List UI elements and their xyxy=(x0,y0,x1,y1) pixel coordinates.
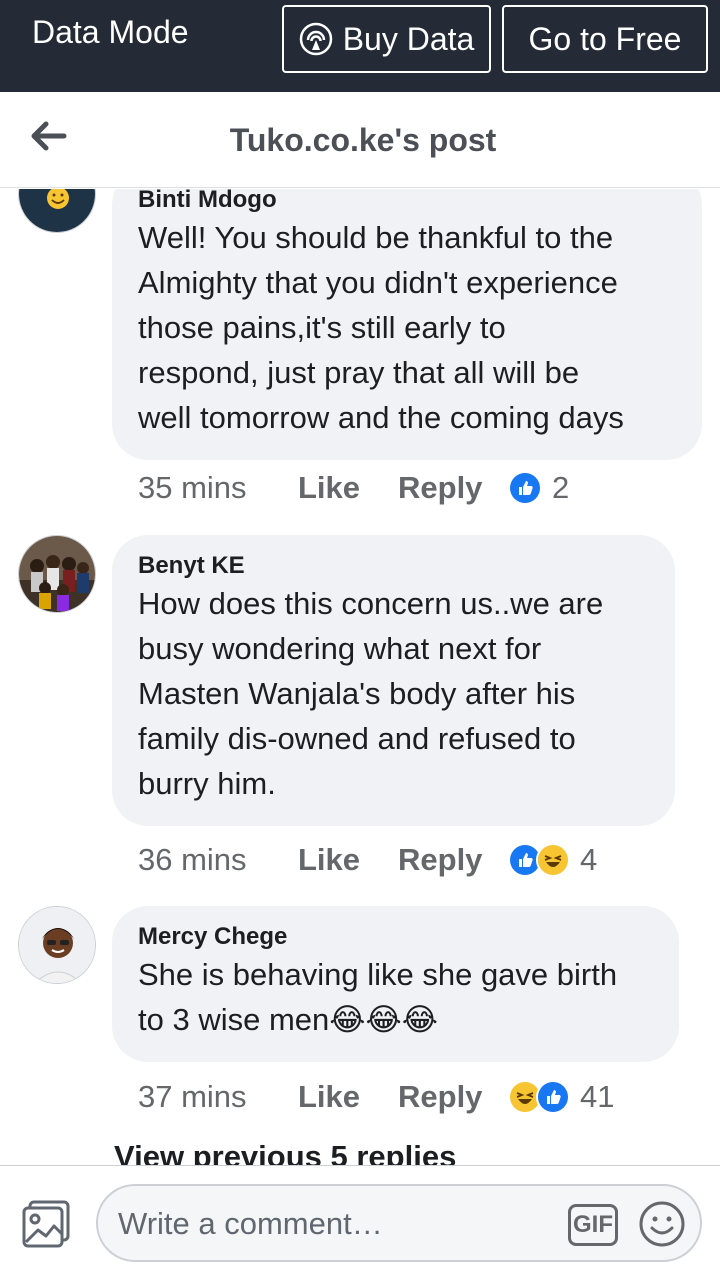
haha-reaction-icon xyxy=(536,843,570,877)
comment-actions: 36 mins Like Reply 4 xyxy=(138,840,597,880)
comment-text: Well! You should be thankful to the Almi… xyxy=(138,220,624,435)
comments-list[interactable]: Even a smile is a good deed. Binti Mdogo… xyxy=(0,189,720,1165)
like-button[interactable]: Like xyxy=(298,470,398,506)
emoji-icon[interactable] xyxy=(638,1200,686,1248)
gif-button[interactable]: GIF xyxy=(568,1204,618,1246)
photo-icon[interactable] xyxy=(20,1198,72,1250)
avatar[interactable] xyxy=(18,906,96,984)
reaction-count[interactable]: 2 xyxy=(552,470,569,506)
buy-data-label: Buy Data xyxy=(342,20,475,57)
reply-button[interactable]: Reply xyxy=(398,1079,508,1115)
comment-time[interactable]: 36 mins xyxy=(138,842,298,878)
comment-author[interactable]: Mercy Chege xyxy=(138,922,653,952)
comment-author[interactable]: Binti Mdogo xyxy=(138,189,676,215)
comment-bubble[interactable]: Binti Mdogo Well! You should be thankful… xyxy=(112,189,702,460)
page-title: Tuko.co.ke's post xyxy=(229,122,497,158)
comment-text: How does this concern us..we are busy wo… xyxy=(138,586,604,801)
comment-bubble[interactable]: Benyt KE How does this concern us..we ar… xyxy=(112,535,675,826)
avatar[interactable] xyxy=(18,535,96,613)
like-button[interactable]: Like xyxy=(298,1079,398,1115)
reaction-summary[interactable] xyxy=(508,1080,570,1114)
reaction-summary[interactable] xyxy=(508,471,542,505)
like-button[interactable]: Like xyxy=(298,842,398,878)
post-header: Tuko.co.ke's post xyxy=(0,92,720,188)
reply-button[interactable]: Reply xyxy=(398,842,508,878)
comment-time[interactable]: 35 mins xyxy=(138,470,298,506)
broadcast-icon xyxy=(299,22,333,56)
like-reaction-icon xyxy=(508,471,542,505)
comment-bubble[interactable]: Mercy Chege She is behaving like she gav… xyxy=(112,906,679,1062)
comment-actions: 35 mins Like Reply 2 xyxy=(138,468,569,508)
go-to-free-label: Go to Free xyxy=(528,20,682,57)
comment-text: She is behaving like she gave birth to 3… xyxy=(138,957,618,1037)
comment-actions: 37 mins Like Reply 41 xyxy=(138,1077,614,1117)
reaction-count[interactable]: 41 xyxy=(580,1079,614,1115)
view-previous-replies-link[interactable]: View previous 5 replies xyxy=(114,1139,456,1165)
comment-time[interactable]: 37 mins xyxy=(138,1079,298,1115)
comment-composer: Write a comment… GIF xyxy=(0,1165,720,1273)
comment-input[interactable]: Write a comment… GIF xyxy=(96,1184,702,1262)
comment-placeholder: Write a comment… xyxy=(118,1206,383,1241)
avatar[interactable]: Even a smile is a good deed. xyxy=(18,189,96,233)
comment-author[interactable]: Benyt KE xyxy=(138,551,649,581)
reaction-summary[interactable] xyxy=(508,843,570,877)
data-mode-bar: Data Mode Buy Data Go to Free xyxy=(0,0,720,92)
buy-data-button[interactable]: Buy Data xyxy=(282,5,491,73)
like-reaction-icon xyxy=(536,1080,570,1114)
go-to-free-button[interactable]: Go to Free xyxy=(502,5,708,73)
reply-button[interactable]: Reply xyxy=(398,470,508,506)
reaction-count[interactable]: 4 xyxy=(580,842,597,878)
data-mode-label: Data Mode xyxy=(32,14,189,50)
